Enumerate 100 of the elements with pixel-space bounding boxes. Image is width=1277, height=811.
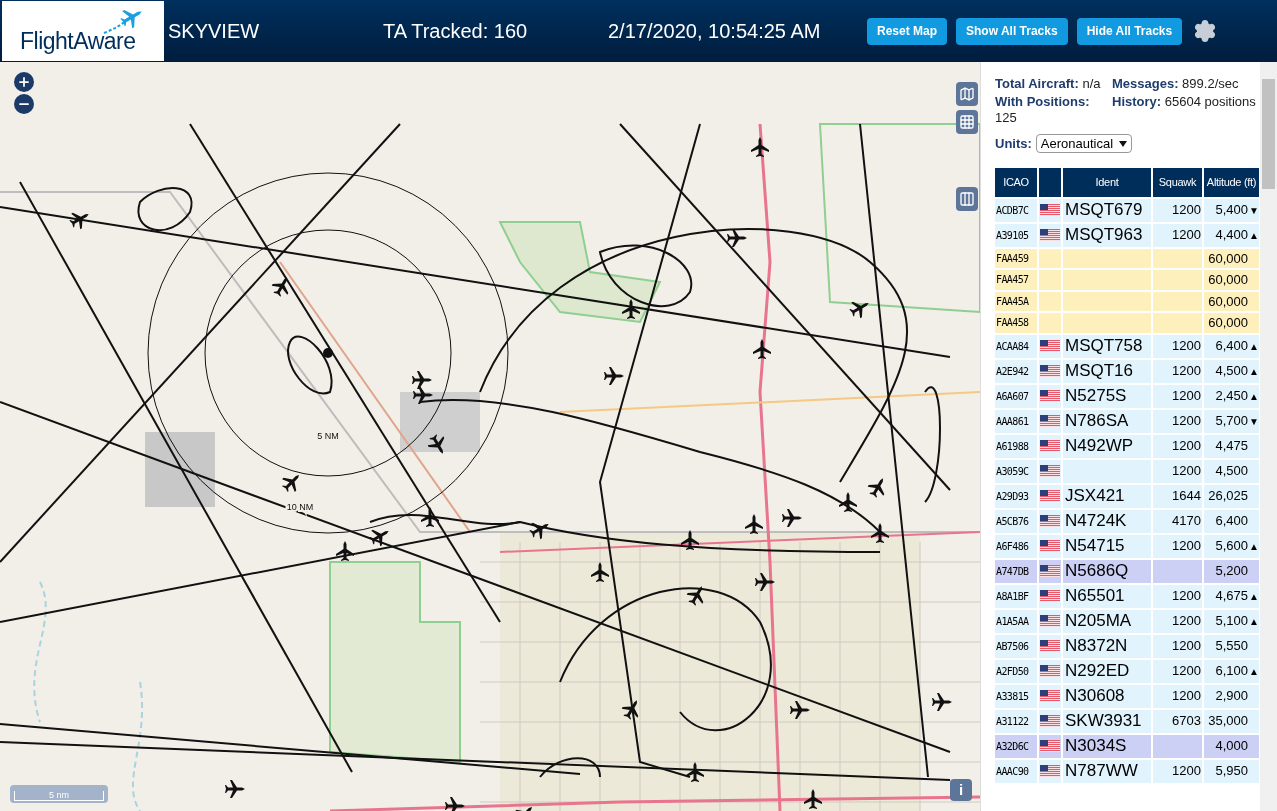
table-cell: A8A1BF	[995, 584, 1037, 608]
us-flag-icon	[1040, 565, 1060, 577]
aircraft-row[interactable]: A33815 N30608 1200 2,900	[995, 684, 1259, 708]
plus-icon	[17, 75, 31, 89]
airplane-icon[interactable]	[753, 339, 771, 359]
airplane-icon[interactable]	[445, 797, 465, 811]
airplane-icon[interactable]	[932, 693, 952, 711]
aircraft-row[interactable]: FAA457 60,000	[995, 270, 1259, 290]
airplane-icon[interactable]	[681, 530, 699, 550]
table-cell: N65501	[1063, 584, 1151, 608]
us-flag-icon	[1040, 665, 1060, 677]
aircraft-row[interactable]: ACAA84 MSQT758 1200 6,400▲	[995, 334, 1259, 358]
us-flag-icon	[1040, 540, 1060, 552]
info-button[interactable]: i	[950, 779, 972, 801]
table-cell: MSQT679	[1063, 198, 1151, 222]
trend-icon: ▲	[1249, 663, 1258, 679]
us-flag-icon	[1040, 365, 1060, 377]
aircraft-row[interactable]: FAA459 60,000	[995, 248, 1259, 268]
aircraft-row[interactable]: FAA458 60,000	[995, 313, 1259, 333]
aircraft-row[interactable]: A1A5AA N205MA 1200 5,100▲	[995, 609, 1259, 633]
aircraft-row[interactable]: A2FD50 N292ED 1200 6,100▲	[995, 659, 1259, 683]
airplane-icon[interactable]	[871, 523, 889, 543]
airplane-icon[interactable]	[755, 573, 775, 591]
column-header[interactable]: ICAO	[995, 167, 1037, 197]
airplane-icon[interactable]	[412, 371, 432, 389]
aircraft-row[interactable]: A32D6C N3034S 4,000	[995, 734, 1259, 758]
map-layers-button[interactable]	[956, 82, 978, 106]
table-cell: 1200	[1153, 634, 1202, 658]
column-header[interactable]: Ident	[1063, 167, 1151, 197]
aircraft-row[interactable]: A8A1BF N65501 1200 4,675▲	[995, 584, 1259, 608]
table-cell-text: 4,400	[1215, 226, 1248, 245]
column-header[interactable]	[1039, 167, 1061, 197]
table-cell: 1644	[1153, 484, 1202, 508]
airplane-icon[interactable]	[369, 529, 389, 547]
stat-text: With Positions: 125	[995, 94, 1091, 126]
table-cell: N292ED	[1063, 659, 1151, 683]
airplane-icon[interactable]	[421, 507, 439, 527]
airplane-icon[interactable]	[591, 562, 609, 582]
airplane-icon[interactable]	[413, 386, 433, 404]
table-cell: A2E942	[995, 359, 1037, 383]
aircraft-row[interactable]: AB7506 N8372N 1200 5,550	[995, 634, 1259, 658]
us-flag-icon	[1040, 740, 1060, 752]
aircraft-row[interactable]: A5CB76 N4724K 4170 6,400	[995, 509, 1259, 533]
aircraft-row[interactable]: A747DB N5686Q 5,200	[995, 559, 1259, 583]
aircraft-row[interactable]: A61988 N492WP 1200 4,475	[995, 434, 1259, 458]
table-cell-text: 60,000	[1208, 249, 1248, 268]
airplane-icon[interactable]	[271, 277, 289, 297]
aircraft-row[interactable]: FAA45A 60,000	[995, 291, 1259, 311]
airplane-icon[interactable]	[745, 514, 763, 534]
airplane-icon[interactable]	[686, 586, 704, 606]
airplane-icon[interactable]	[804, 789, 822, 809]
airplane-icon[interactable]	[225, 780, 245, 798]
table-cell: ACDB7C	[995, 198, 1037, 222]
airplane-icon[interactable]	[839, 492, 857, 512]
vertical-scrollbar[interactable]	[1260, 62, 1277, 811]
airplane-icon[interactable]	[751, 137, 769, 157]
aircraft-row[interactable]: A2E942 MSQT16 1200 4,500▲	[995, 359, 1259, 383]
airplane-icon[interactable]	[604, 367, 624, 385]
table-cell-text: 5,700	[1215, 412, 1248, 431]
airplane-icon[interactable]	[69, 212, 89, 230]
units-dropdown[interactable]: Aeronautical	[1035, 134, 1133, 154]
aircraft-row[interactable]: A29D93 JSX421 1644 26,025	[995, 484, 1259, 508]
aircraft-row[interactable]: AAAC90 N787WW 1200 5,950	[995, 759, 1259, 783]
trend-icon: ▼	[1249, 413, 1258, 429]
airplane-icon[interactable]	[867, 478, 885, 498]
aircraft-row[interactable]: A6F486 N54715 1200 5,600▲	[995, 534, 1259, 558]
column-header[interactable]: Altitude (ft)	[1204, 167, 1259, 197]
airplane-icon[interactable]	[622, 299, 640, 319]
airplane-icon[interactable]	[515, 806, 533, 811]
column-header[interactable]: Squawk	[1153, 167, 1202, 197]
aircraft-row[interactable]: AAA861 N786SA 1200 5,700▼	[995, 409, 1259, 433]
table-cell-text: 6,100	[1215, 662, 1248, 681]
table-cell-text: 5,100	[1215, 612, 1248, 631]
aircraft-row[interactable]: A39105 MSQT963 1200 4,400▲	[995, 223, 1259, 247]
airplane-icon[interactable]	[529, 522, 549, 540]
columns-button[interactable]	[956, 187, 978, 211]
aircraft-row[interactable]: A3059C 1200 4,500	[995, 459, 1259, 483]
aircraft-row[interactable]: A31122 SKW3931 6703 35,000	[995, 709, 1259, 733]
trend-icon: ▼	[1249, 202, 1258, 218]
airplane-icon[interactable]	[849, 301, 869, 319]
airplane-icon[interactable]	[427, 434, 445, 454]
table-cell: MSQT16	[1063, 359, 1151, 383]
airplane-icon[interactable]	[782, 509, 802, 527]
us-flag-icon	[1040, 229, 1060, 241]
settings-icon[interactable]	[1193, 19, 1218, 43]
table-cell: 1200	[1153, 609, 1202, 633]
airplane-icon[interactable]	[336, 541, 354, 561]
logo[interactable]: FlightAware	[2, 1, 164, 61]
table-cell-text: 5,400	[1215, 201, 1248, 220]
table-cell: FAA458	[995, 313, 1037, 333]
airplane-icon[interactable]	[686, 762, 704, 782]
grid-button[interactable]	[956, 110, 978, 134]
stat-text: Messages: 899.2/sec	[1112, 76, 1240, 92]
aircraft-row[interactable]: ACDB7C MSQT679 1200 5,400▼	[995, 198, 1259, 222]
airplane-icon[interactable]	[621, 700, 639, 720]
trend-icon: ▲	[1249, 227, 1258, 243]
aircraft-row[interactable]: A6A607 N5275S 1200 2,450▲	[995, 384, 1259, 408]
airplane-icon[interactable]	[790, 701, 810, 719]
airplane-icon[interactable]	[727, 229, 747, 247]
airplane-icon[interactable]	[282, 474, 300, 492]
